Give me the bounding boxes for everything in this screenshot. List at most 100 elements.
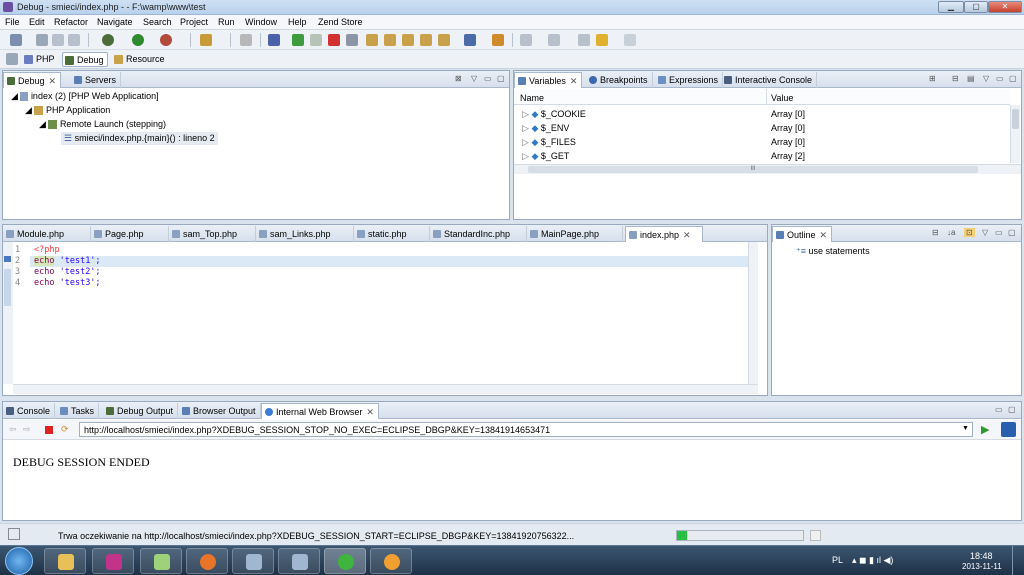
- maximize-view-icon[interactable]: ▢: [1009, 74, 1017, 83]
- collapse-all-icon[interactable]: ⊟: [952, 74, 959, 83]
- tab-debug-output[interactable]: Debug Output: [103, 403, 179, 419]
- tree-item-stack-frame[interactable]: ☰ smieci/index.php.{main}() : lineno 2: [61, 132, 218, 145]
- view-menu-icon[interactable]: ▽: [983, 74, 989, 83]
- show-type-names-icon[interactable]: ⊞: [929, 74, 936, 83]
- fast-view-icon[interactable]: [8, 528, 20, 540]
- maximize-view-icon[interactable]: ▢: [497, 74, 505, 83]
- tab-standardinc-php[interactable]: StandardInc.php: [430, 226, 527, 242]
- url-input[interactable]: http://localhost/smieci/index.php?XDEBUG…: [79, 422, 973, 437]
- clock-date[interactable]: 2013-11-11: [962, 562, 1002, 571]
- tree-item-app[interactable]: ◢ index (2) [PHP Web Application]: [11, 91, 159, 102]
- menu-file[interactable]: File: [5, 17, 20, 27]
- tab-internal-web-browser[interactable]: Internal Web Browser ✕: [261, 403, 379, 419]
- close-icon[interactable]: ✕: [366, 407, 374, 417]
- menu-navigate[interactable]: Navigate: [97, 17, 133, 27]
- menu-edit[interactable]: Edit: [29, 17, 45, 27]
- layout-icon[interactable]: ▤: [967, 74, 975, 83]
- stop-icon[interactable]: [45, 426, 53, 434]
- variable-row[interactable]: ▷ ◆ $_COOKIE: [522, 109, 586, 120]
- collapse-all-icon[interactable]: ⊟: [932, 228, 939, 237]
- minimize-view-icon[interactable]: ▭: [995, 228, 1003, 237]
- hide-fields-icon[interactable]: ⊡: [964, 228, 975, 237]
- tab-debug[interactable]: Debug ✕: [3, 72, 62, 88]
- annotation-icon[interactable]: [520, 34, 532, 46]
- tab-index-php[interactable]: index.php ✕: [625, 226, 703, 242]
- language-indicator[interactable]: PL: [832, 555, 843, 565]
- close-icon[interactable]: ✕: [820, 230, 828, 240]
- perspective-resource[interactable]: Resource: [112, 52, 168, 67]
- tab-page-php[interactable]: Page.php: [91, 226, 169, 242]
- menu-project[interactable]: Project: [180, 17, 208, 27]
- variable-row[interactable]: ▷ ◆ $_ENV: [522, 123, 569, 134]
- tab-browser-output[interactable]: Browser Output: [179, 403, 261, 419]
- taskbar-app-8[interactable]: [370, 548, 412, 574]
- taskbar-explorer[interactable]: [44, 548, 86, 574]
- menu-refactor[interactable]: Refactor: [54, 17, 88, 27]
- forward-icon[interactable]: [624, 34, 636, 46]
- mark-occurrences-icon[interactable]: [240, 34, 252, 46]
- save-icon[interactable]: [36, 34, 48, 46]
- new-icon[interactable]: [10, 34, 22, 46]
- print-icon[interactable]: [68, 34, 80, 46]
- variable-row[interactable]: ▷ ◆ $_FILES: [522, 137, 576, 148]
- view-menu-icon[interactable]: ▽: [471, 74, 477, 83]
- tab-tasks[interactable]: Tasks: [57, 403, 100, 419]
- open-type-icon[interactable]: [200, 34, 212, 46]
- menu-help[interactable]: Help: [288, 17, 307, 27]
- taskbar-app-2[interactable]: [92, 548, 134, 574]
- tab-servers[interactable]: Servers: [71, 72, 122, 88]
- tab-variables[interactable]: Variables ✕: [514, 72, 583, 88]
- column-name[interactable]: Name: [520, 93, 544, 103]
- code-area[interactable]: <?php echo 'test1'; echo 'test2'; echo '…: [34, 245, 101, 289]
- last-edit-icon[interactable]: [578, 34, 590, 46]
- minimize-button[interactable]: ▁: [938, 1, 964, 13]
- save-all-icon[interactable]: [52, 34, 64, 46]
- tab-module-php[interactable]: Module.php: [3, 226, 91, 242]
- tree-item-remote-launch[interactable]: ◢ Remote Launch (stepping): [39, 119, 166, 130]
- taskbar-firefox[interactable]: [186, 548, 228, 574]
- show-desktop-button[interactable]: [1012, 546, 1022, 575]
- close-button[interactable]: ✕: [988, 1, 1022, 13]
- tab-console[interactable]: Console: [3, 403, 56, 419]
- menu-run[interactable]: Run: [218, 17, 235, 27]
- variables-vscrollbar[interactable]: [1010, 105, 1020, 163]
- profile-icon[interactable]: [160, 34, 172, 46]
- debug-icon[interactable]: [102, 34, 114, 46]
- start-button-icon[interactable]: [5, 547, 33, 575]
- progress-details-icon[interactable]: [810, 530, 821, 541]
- view-menu-icon[interactable]: ▽: [982, 228, 988, 237]
- tab-outline[interactable]: Outline ✕: [772, 226, 833, 242]
- open-perspective-icon[interactable]: [6, 53, 18, 65]
- maximize-button[interactable]: ▢: [964, 1, 988, 13]
- forward-icon[interactable]: ⇨: [23, 424, 31, 435]
- disconnect-icon[interactable]: [346, 34, 358, 46]
- suspend-icon[interactable]: [310, 34, 322, 46]
- step-into-icon[interactable]: [366, 34, 378, 46]
- remove-terminated-icon[interactable]: ⊠: [455, 74, 462, 83]
- maximize-view-icon[interactable]: ▢: [1008, 405, 1016, 414]
- tab-interactive-console[interactable]: Interactive Console: [721, 72, 818, 88]
- tab-expressions[interactable]: Expressions: [655, 72, 724, 88]
- go-icon[interactable]: ▶: [981, 423, 989, 436]
- menu-zend-store[interactable]: Zend Store: [318, 17, 363, 27]
- taskbar-window-1[interactable]: [232, 548, 274, 574]
- tray-icons[interactable]: ▴ ◼ ▮ ıl ◀): [852, 555, 893, 566]
- resume-icon[interactable]: [292, 34, 304, 46]
- zend-icon[interactable]: [492, 34, 504, 46]
- menu-window[interactable]: Window: [245, 17, 277, 27]
- column-value[interactable]: Value: [771, 93, 793, 103]
- minimize-view-icon[interactable]: ▭: [995, 405, 1003, 414]
- menu-search[interactable]: Search: [143, 17, 172, 27]
- close-icon[interactable]: ✕: [683, 230, 691, 240]
- tab-sam-links-php[interactable]: sam_Links.php: [256, 226, 354, 242]
- taskbar-window-2[interactable]: [278, 548, 320, 574]
- refresh-icon[interactable]: ⟳: [61, 424, 69, 435]
- minimize-view-icon[interactable]: ▭: [996, 74, 1004, 83]
- tree-item-php-app[interactable]: ◢ PHP Application: [25, 105, 110, 116]
- use-step-filters-icon[interactable]: [438, 34, 450, 46]
- editor-hscrollbar[interactable]: [13, 384, 758, 394]
- tab-mainpage-php[interactable]: MainPage.php: [527, 226, 623, 242]
- maximize-view-icon[interactable]: ▢: [1008, 228, 1016, 237]
- terminate-icon[interactable]: [328, 34, 340, 46]
- outline-item[interactable]: ⁺≡ use statements: [796, 246, 870, 257]
